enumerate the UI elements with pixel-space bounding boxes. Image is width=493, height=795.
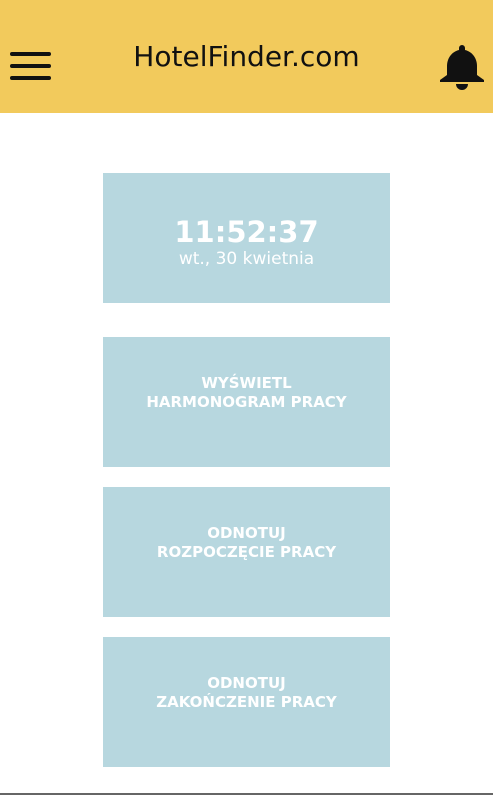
record-start-label-line2: ROZPOCZĘCIE PRACY [156, 543, 337, 561]
view-schedule-button[interactable]: WYŚWIETL HARMONOGRAM PRACY [103, 337, 390, 467]
record-start-label-line1: ODNOTUJ [207, 524, 286, 542]
record-start-work-button[interactable]: ODNOTUJ ROZPOCZĘCIE PRACY [103, 487, 390, 617]
app-header: HotelFinder.com [0, 0, 493, 113]
clock-panel: 11:52:37 wt., 30 kwietnia [103, 173, 390, 303]
record-end-work-button[interactable]: ODNOTUJ ZAKOŃCZENIE PRACY [103, 637, 390, 767]
view-schedule-label-line1: WYŚWIETL [201, 374, 292, 392]
view-schedule-label-line2: HARMONOGRAM PRACY [146, 393, 347, 411]
clock-date: wt., 30 kwietnia [178, 249, 315, 269]
menu-bar-bottom [10, 76, 51, 80]
app-title: HotelFinder.com [133, 40, 360, 73]
record-end-label-line2: ZAKOŃCZENIE PRACY [156, 693, 337, 711]
record-end-label-line1: ODNOTUJ [207, 674, 286, 692]
clock-time: 11:52:37 [174, 215, 319, 249]
bell-icon[interactable] [436, 44, 488, 90]
